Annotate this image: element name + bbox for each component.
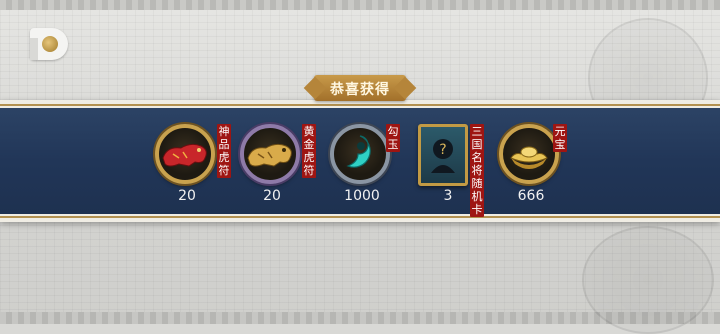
page-title: 恭喜获得 — [330, 82, 390, 98]
mystery-general-card-icon: ? — [431, 139, 455, 173]
title-plate: 恭喜获得 — [314, 75, 406, 101]
app-logo — [30, 28, 68, 60]
background-seal-bottom — [582, 226, 714, 334]
top-border-pattern — [0, 0, 720, 10]
magatama-jade-icon — [346, 135, 371, 168]
reward-name-tag: 勾玉 — [386, 124, 400, 152]
gold-ingot-icon — [510, 146, 548, 169]
reward-name-tag: 元宝 — [553, 124, 567, 152]
reward-count: 20 — [178, 188, 196, 204]
red-tiger-tally-icon — [162, 143, 207, 167]
gold-tiger-tally-icon — [247, 143, 292, 167]
logo-coin-icon — [42, 36, 58, 52]
reward-count: 20 — [263, 188, 281, 204]
svg-text:?: ? — [439, 142, 446, 158]
reward-name-tag: 三国名将随机卡 — [470, 124, 484, 217]
reward-name-tag: 黄金虎符 — [302, 124, 316, 178]
reward-count: 1000 — [344, 188, 380, 204]
reward-count: 666 — [517, 188, 545, 204]
reward-name-tag: 神品虎符 — [217, 124, 231, 178]
